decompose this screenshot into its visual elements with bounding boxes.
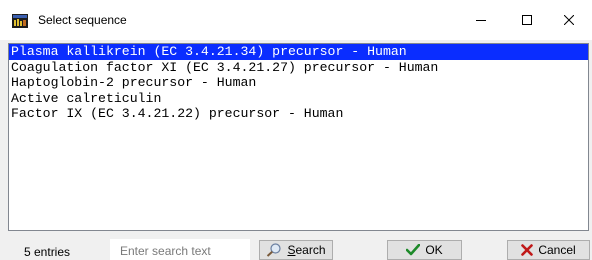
app-sequence-icon [12,14,28,28]
list-item[interactable]: Coagulation factor XI (EC 3.4.21.27) pre… [9,60,588,76]
search-input[interactable] [120,244,248,258]
minimize-icon [476,20,486,21]
ok-button-label: OK [425,243,443,257]
close-icon [564,15,574,25]
red-x-icon [521,244,534,256]
maximize-button[interactable] [504,0,550,40]
maximize-icon [522,15,532,25]
cancel-button[interactable]: Cancel [507,240,590,260]
ok-button[interactable]: OK [387,240,462,260]
search-button-label: Search [287,243,326,257]
list-item[interactable]: Factor IX (EC 3.4.21.22) precursor - Hum… [9,106,588,122]
window-title: Select sequence [38,13,127,27]
list-item[interactable]: Haptoglobin-2 precursor - Human [9,75,588,91]
entries-count: 5 entries [24,245,71,259]
status-bar: 5 entries Search OK Cancel [0,234,592,260]
select-sequence-dialog: Select sequence Plasma kallikrein (EC 3.… [0,0,592,260]
list-item[interactable]: Plasma kallikrein (EC 3.4.21.34) precurs… [9,44,588,60]
title-bar[interactable]: Select sequence [0,0,592,40]
close-button[interactable] [546,0,592,40]
search-button[interactable]: Search [259,240,333,260]
list-item[interactable]: Active calreticulin [9,91,588,107]
minimize-button[interactable] [458,0,504,40]
magnifier-icon [267,243,282,257]
cancel-button-label: Cancel [538,243,576,257]
search-field[interactable] [110,239,250,260]
checkmark-icon [406,244,421,256]
sequence-list[interactable]: Plasma kallikrein (EC 3.4.21.34) precurs… [8,43,589,231]
